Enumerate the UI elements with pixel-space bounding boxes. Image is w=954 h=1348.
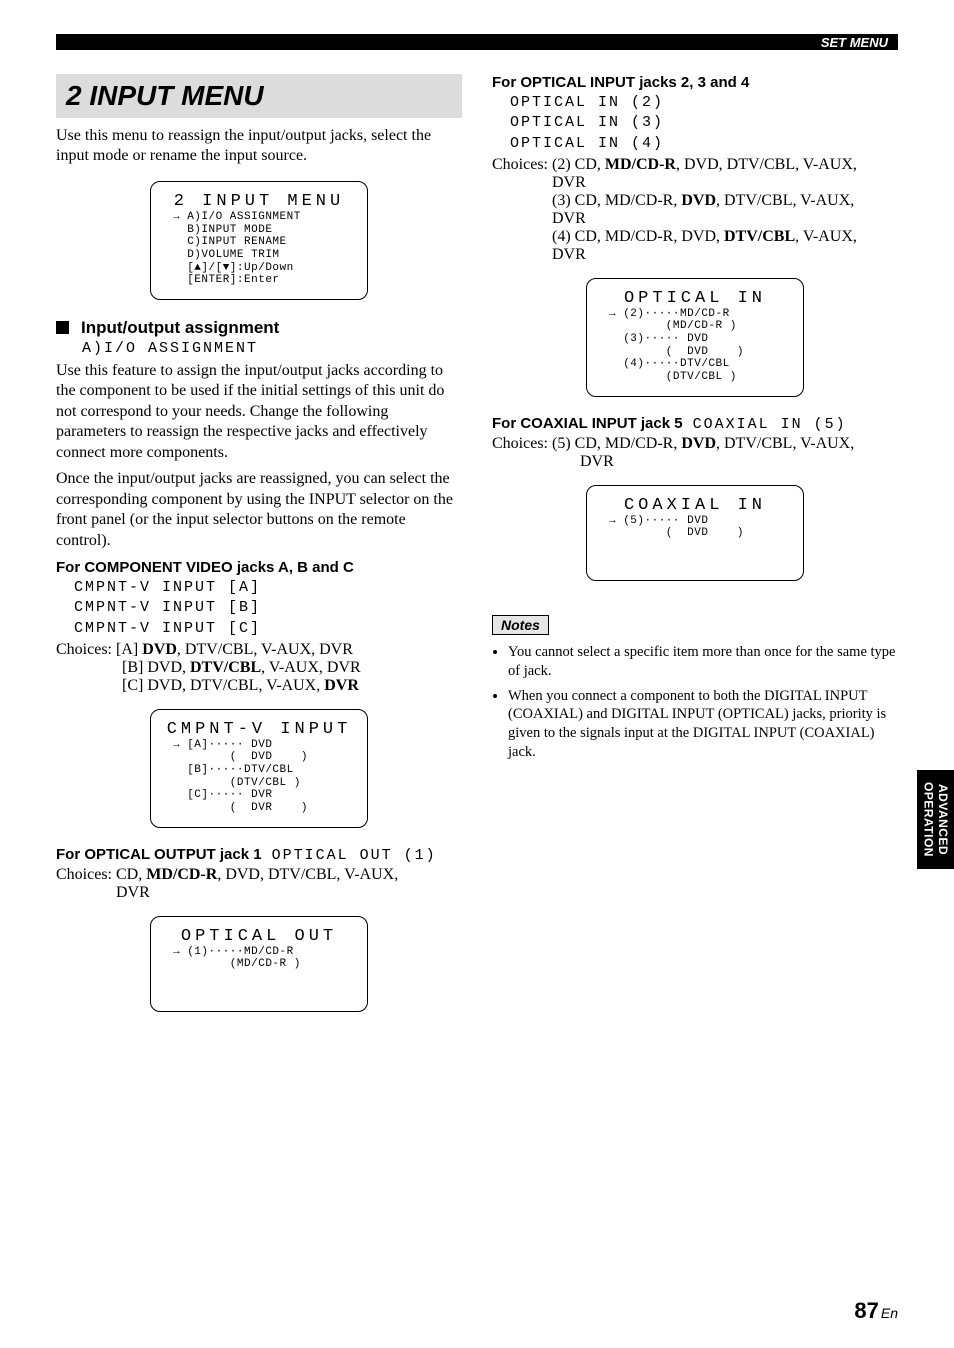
coaxial-heading-lcd: COAXIAL IN (5) xyxy=(693,416,847,433)
lcd-lines: → A)I/O ASSIGNMENT B)INPUT MODE C)INPUT … xyxy=(159,211,359,287)
lcd-panel-optical-in: OPTICAL IN → (2)·····MD/CD-R (MD/CD-R ) … xyxy=(586,278,804,397)
lcd-title: OPTICAL IN xyxy=(595,289,795,308)
lcd-lines: → [A]····· DVD ( DVD ) [B]·····DTV/CBL (… xyxy=(159,739,359,815)
lcd-panel-coaxial: COAXIAL IN → (5)····· DVD ( DVD ) xyxy=(586,485,804,581)
component-video-heading: For COMPONENT VIDEO jacks A, B and C xyxy=(56,559,462,576)
component-lcd-list: CMPNT-V INPUT [A] CMPNT-V INPUT [B] CMPN… xyxy=(74,578,462,639)
optical-output-heading-row: For OPTICAL OUTPUT jack 1 OPTICAL OUT (1… xyxy=(56,846,462,864)
header-bar: SET MENU xyxy=(56,34,898,50)
io-assignment-heading: Input/output assignment xyxy=(56,318,462,338)
io-assignment-lcd: A)I/O ASSIGNMENT xyxy=(82,340,462,357)
manual-page: SET MENU 2 INPUT MENU Use this menu to r… xyxy=(0,0,954,1348)
io-paragraph-2: Once the input/output jacks are reassign… xyxy=(56,469,462,551)
lcd-panel-input-menu: 2 INPUT MENU → A)I/O ASSIGNMENT B)INPUT … xyxy=(150,181,368,300)
lcd-panel-cmpnt: CMPNT-V INPUT → [A]····· DVD ( DVD ) [B]… xyxy=(150,709,368,828)
lcd-title: 2 INPUT MENU xyxy=(159,192,359,211)
header-section-label: SET MENU xyxy=(821,35,888,50)
lcd-lines: → (5)····· DVD ( DVD ) xyxy=(595,515,795,540)
coaxial-choices: Choices: (5) CD, MD/CD-R, DVD, DTV/CBL, … xyxy=(492,435,898,471)
section-title-box: 2 INPUT MENU xyxy=(56,74,462,118)
optical-output-heading: For OPTICAL OUTPUT jack 1 xyxy=(56,846,262,863)
lcd-title: COAXIAL IN xyxy=(595,496,795,515)
optical-in-lcd-list: OPTICAL IN (2) OPTICAL IN (3) OPTICAL IN… xyxy=(510,93,898,154)
optical-output-lcd: OPTICAL OUT (1) xyxy=(272,847,437,864)
lcd-title: CMPNT-V INPUT xyxy=(159,720,359,739)
page-number: 87En xyxy=(854,1298,898,1324)
right-column: For OPTICAL INPUT jacks 2, 3 and 4 OPTIC… xyxy=(492,74,898,1030)
lcd-title: OPTICAL OUT xyxy=(159,927,359,946)
lcd-lines: → (2)·····MD/CD-R (MD/CD-R ) (3)····· DV… xyxy=(595,308,795,384)
section-title: 2 INPUT MENU xyxy=(66,80,264,111)
coaxial-heading-row: For COAXIAL INPUT jack 5 COAXIAL IN (5) xyxy=(492,415,898,433)
intro-paragraph: Use this menu to reassign the input/outp… xyxy=(56,126,462,167)
io-paragraph-1: Use this feature to assign the input/out… xyxy=(56,361,462,463)
lcd-panel-optical-out: OPTICAL OUT → (1)·····MD/CD-R (MD/CD-R ) xyxy=(150,916,368,1012)
square-bullet-icon xyxy=(56,321,69,334)
component-choices: Choices: [A] DVD, DTV/CBL, V-AUX, DVR [B… xyxy=(56,641,462,695)
side-tab-advanced-operation: ADVANCED OPERATION xyxy=(917,770,954,869)
optical-input-heading: For OPTICAL INPUT jacks 2, 3 and 4 xyxy=(492,74,898,91)
optical-in-choices: Choices: (2) CD, MD/CD-R, DVD, DTV/CBL, … xyxy=(492,156,898,264)
optical-out-choices: Choices: CD, MD/CD-R, DVD, DTV/CBL, V-AU… xyxy=(56,866,462,902)
coaxial-heading: For COAXIAL INPUT jack 5 xyxy=(492,415,683,432)
content-columns: 2 INPUT MENU Use this menu to reassign t… xyxy=(56,74,898,1030)
lcd-lines: → (1)·····MD/CD-R (MD/CD-R ) xyxy=(159,946,359,971)
left-column: 2 INPUT MENU Use this menu to reassign t… xyxy=(56,74,462,1030)
note-item: When you connect a component to both the… xyxy=(508,687,898,762)
notes-label: Notes xyxy=(492,615,549,635)
note-item: You cannot select a specific item more t… xyxy=(508,643,898,681)
notes-list: You cannot select a specific item more t… xyxy=(492,643,898,762)
